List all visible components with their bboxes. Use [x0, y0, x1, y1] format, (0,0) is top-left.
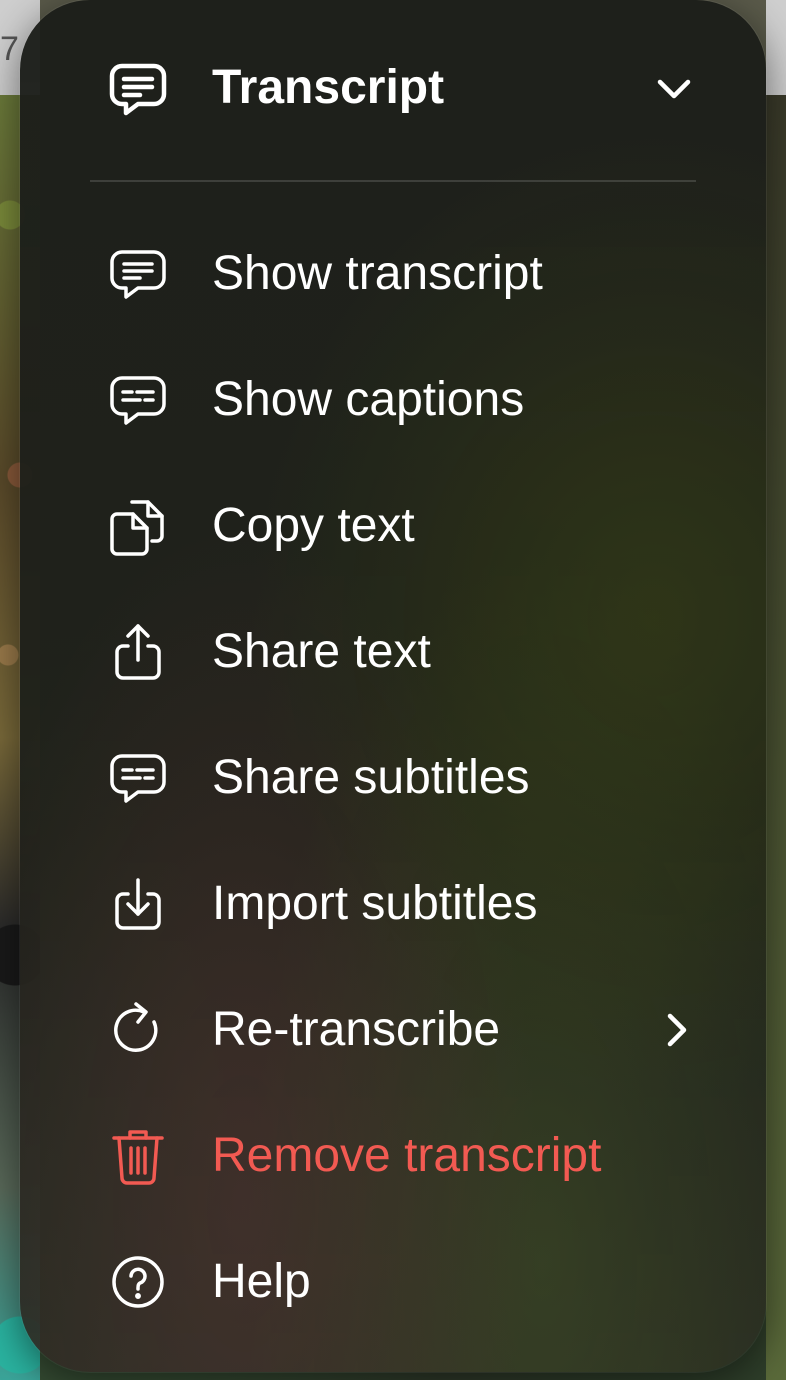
transcript-bubble-icon [108, 60, 168, 118]
background-number: 7 [0, 30, 19, 68]
menu-item-re-transcribe[interactable]: Re-transcribe [20, 980, 766, 1080]
share-icon [108, 622, 168, 682]
menu-item-share-text[interactable]: Share text [20, 602, 766, 702]
menu-item-import-subtitles[interactable]: Import subtitles [20, 854, 766, 954]
menu-item-label: Share subtitles [212, 751, 530, 804]
background-edge [766, 0, 786, 1380]
refresh-icon [108, 1000, 168, 1060]
menu-item-label: Show captions [212, 373, 525, 426]
captions-bubble-icon [108, 748, 168, 808]
menu-item-label: Re-transcribe [212, 1003, 501, 1056]
menu-item-label: Remove transcript [212, 1129, 602, 1182]
import-icon [108, 874, 168, 934]
menu-item-show-captions[interactable]: Show captions [20, 350, 766, 450]
menu-header[interactable]: Transcript [20, 0, 766, 180]
menu-item-share-subtitles[interactable]: Share subtitles [20, 728, 766, 828]
transcript-bubble-icon [108, 244, 168, 304]
copy-documents-icon [108, 496, 168, 556]
menu-item-show-transcript[interactable]: Show transcript [20, 224, 766, 324]
menu-item-label: Show transcript [212, 247, 543, 300]
captions-bubble-icon [108, 370, 168, 430]
menu-item-copy-text[interactable]: Copy text [20, 476, 766, 576]
menu-item-label: Import subtitles [212, 877, 538, 930]
menu-item-help[interactable]: Help [20, 1232, 766, 1332]
menu-item-label: Help [212, 1255, 311, 1308]
transcript-context-menu: Transcript Show transcript Show captions… [20, 0, 766, 1372]
chevron-down-icon[interactable] [654, 72, 694, 106]
menu-item-label: Share text [212, 625, 431, 678]
menu-title: Transcript [212, 61, 445, 114]
chevron-right-icon [660, 1010, 694, 1050]
menu-divider [90, 180, 696, 182]
menu-item-label: Copy text [212, 499, 415, 552]
help-circle-icon [108, 1252, 168, 1312]
menu-item-remove-transcript[interactable]: Remove transcript [20, 1106, 766, 1206]
trash-icon [108, 1126, 168, 1186]
